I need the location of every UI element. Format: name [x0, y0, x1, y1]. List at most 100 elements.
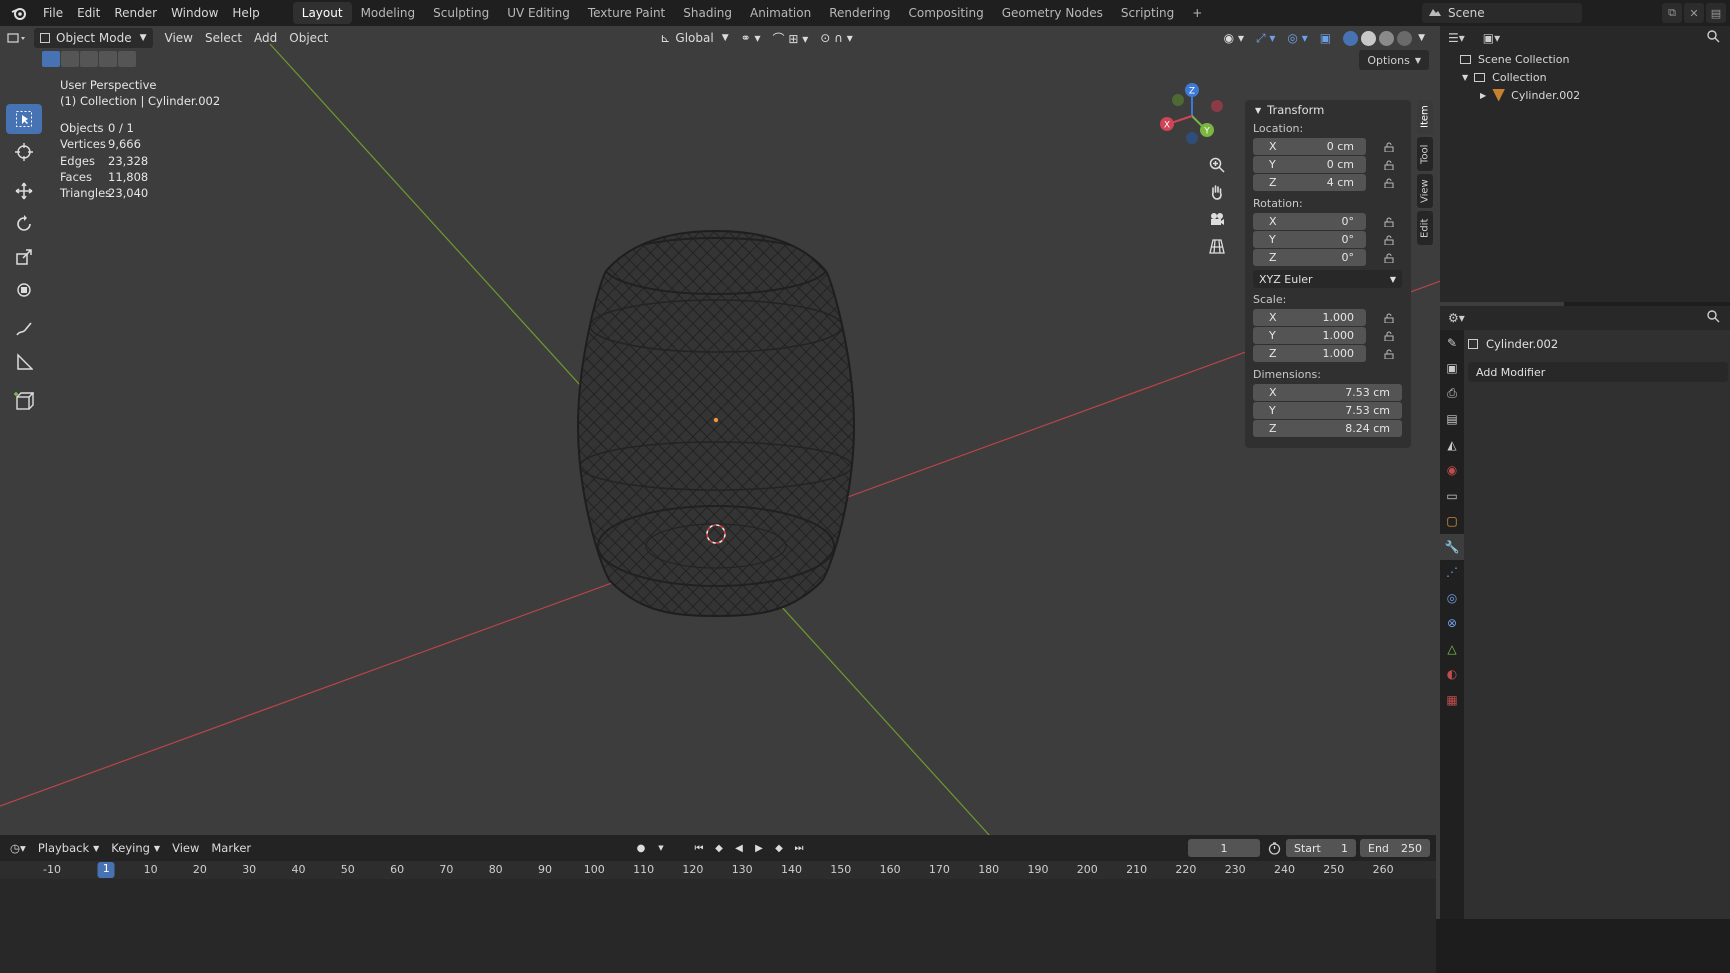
modifier-properties-icon[interactable]: 🔧 [1440, 534, 1464, 560]
texture-properties-icon[interactable]: ▦ [1440, 687, 1464, 713]
scale-z-field[interactable]: Z 1.000 [1253, 345, 1366, 362]
menu-window[interactable]: Window [164, 2, 225, 24]
location-y-field[interactable]: Y0 cm [1253, 156, 1366, 173]
options-dropdown[interactable]: Options ▼ [1359, 50, 1429, 70]
lock-icon[interactable] [1382, 329, 1396, 343]
constraints-properties-icon[interactable]: ⊗ [1440, 611, 1464, 637]
cursor-tool-icon[interactable] [6, 137, 42, 167]
rotation-y-field[interactable]: Y 0° [1253, 231, 1366, 248]
workspace-tab-modeling[interactable]: Modeling [352, 2, 425, 24]
physics-properties-icon[interactable]: ◎ [1440, 585, 1464, 611]
camera-icon[interactable] [1204, 206, 1230, 232]
lock-icon[interactable] [1382, 251, 1396, 265]
workspace-tab-scripting[interactable]: Scripting [1112, 2, 1183, 24]
workspace-tab-texture-paint[interactable]: Texture Paint [579, 2, 674, 24]
properties-editor-icon[interactable]: ⚙▾ [1448, 311, 1465, 325]
xray-toggle-icon[interactable]: ▣ [1314, 28, 1337, 48]
rotation-mode-select[interactable]: XYZ Euler ▼ [1253, 270, 1402, 288]
new-scene-icon[interactable]: ⧉ [1662, 3, 1682, 23]
lock-icon[interactable] [1382, 311, 1396, 325]
scene-selector[interactable]: Scene [1422, 3, 1582, 23]
chevron-right-icon[interactable]: ▶ [1480, 91, 1486, 100]
render-properties-icon[interactable]: ▣ [1440, 356, 1464, 382]
dimension-x-field[interactable]: X 7.53 cm [1253, 384, 1402, 401]
blender-logo-icon[interactable] [8, 2, 30, 24]
menu-render[interactable]: Render [107, 2, 164, 24]
start-frame-field[interactable]: Start 1 [1286, 839, 1356, 857]
annotate-tool-icon[interactable] [6, 314, 42, 344]
display-mode-icon[interactable]: ▣▾ [1483, 31, 1500, 45]
outliner-editor-icon[interactable]: ☰▾ [1448, 31, 1465, 45]
timeline-view-menu[interactable]: View [166, 841, 205, 855]
scene-properties-icon[interactable]: ◭ [1440, 432, 1464, 458]
jump-end-icon[interactable]: ⏭ [790, 839, 808, 857]
gizmo-toggle-icon[interactable]: ⤢ ▾ [1250, 28, 1281, 48]
select-invert-icon[interactable] [99, 51, 117, 67]
transform-tool-icon[interactable] [6, 275, 42, 305]
keying-menu[interactable]: Keying ▼ [105, 841, 166, 855]
delete-scene-icon[interactable]: ✕ [1684, 3, 1704, 23]
data-properties-icon[interactable]: △ [1440, 636, 1464, 662]
tab-item[interactable]: Item [1417, 100, 1433, 134]
workspace-tab-layout[interactable]: Layout [292, 2, 352, 24]
menu-select[interactable]: Select [199, 28, 248, 48]
pivot-point-icon[interactable]: ⚭ ▾ [735, 28, 767, 48]
add-modifier-button[interactable]: Add Modifier [1468, 362, 1728, 382]
menu-edit[interactable]: Edit [70, 2, 107, 24]
menu-object[interactable]: Object [283, 28, 334, 48]
auto-keying-icon[interactable]: ● [632, 839, 650, 857]
measure-tool-icon[interactable] [6, 347, 42, 377]
3d-viewport[interactable]: Z Y X Object Mode ▼ View Select Add Obje… [0, 26, 1564, 919]
location-x-field[interactable]: X0 cm [1253, 138, 1366, 155]
rotation-z-field[interactable]: Z 0° [1253, 249, 1366, 266]
select-extend-icon[interactable] [61, 51, 79, 67]
workspace-tab-animation[interactable]: Animation [741, 2, 820, 24]
lock-icon[interactable] [1382, 215, 1396, 229]
tab-view[interactable]: View [1417, 174, 1433, 208]
menu-help[interactable]: Help [225, 2, 266, 24]
end-frame-field[interactable]: End 250 [1360, 839, 1430, 857]
lock-icon[interactable] [1382, 233, 1396, 247]
material-shading-icon[interactable] [1379, 30, 1395, 46]
search-icon[interactable] [1707, 30, 1720, 46]
outliner-row-collection[interactable]: ▼ Collection [1440, 68, 1730, 86]
select-subtract-icon[interactable] [80, 51, 98, 67]
solid-shading-icon[interactable] [1361, 30, 1377, 46]
scale-tool-icon[interactable] [6, 242, 42, 272]
overlay-toggle-icon[interactable]: ◎ ▾ [1281, 28, 1313, 48]
move-tool-icon[interactable] [6, 176, 42, 206]
play-reverse-icon[interactable]: ◀ [730, 839, 748, 857]
play-icon[interactable]: ▶ [750, 839, 768, 857]
perspective-grid-icon[interactable] [1204, 233, 1230, 259]
lock-icon[interactable] [1382, 347, 1396, 361]
add-cube-tool-icon[interactable] [6, 386, 42, 416]
marker-menu[interactable]: Marker [205, 841, 257, 855]
menu-view[interactable]: View [159, 28, 199, 48]
outliner-row-cylinder[interactable]: ▶ Cylinder.002 [1440, 86, 1730, 104]
timeline-body[interactable] [0, 879, 1436, 973]
zoom-icon[interactable] [1204, 152, 1230, 178]
playback-menu[interactable]: Playback ▼ [32, 841, 105, 855]
workspace-tab-uv-editing[interactable]: UV Editing [498, 2, 579, 24]
object-properties-icon[interactable]: ▢ [1440, 509, 1464, 535]
transform-orientation-selector[interactable]: ⊾ Global ▼ [654, 28, 734, 48]
chevron-down-icon[interactable]: ▼ [652, 839, 670, 857]
tab-edit[interactable]: Edit [1417, 211, 1433, 245]
scale-x-field[interactable]: X 1.000 [1253, 309, 1366, 326]
workspace-tab-geometry-nodes[interactable]: Geometry Nodes [993, 2, 1112, 24]
current-frame-field[interactable]: 1 [1188, 839, 1260, 857]
snap-icon[interactable]: ⌒ ⊞ ▾ [767, 28, 815, 48]
rotate-tool-icon[interactable] [6, 209, 42, 239]
tab-tool[interactable]: Tool [1417, 137, 1433, 171]
stopwatch-icon[interactable] [1268, 842, 1281, 858]
material-properties-icon[interactable]: ◐ [1440, 662, 1464, 688]
proportional-editing-icon[interactable]: ⊙ ∩ ▾ [814, 28, 859, 48]
lock-icon[interactable] [1382, 176, 1396, 190]
prev-keyframe-icon[interactable]: ◆ [710, 839, 728, 857]
select-intersect-icon[interactable] [118, 51, 136, 67]
chevron-down-icon[interactable]: ▼ [1418, 33, 1425, 43]
particles-properties-icon[interactable]: ⋰ [1440, 560, 1464, 586]
timeline-editor-icon[interactable]: ◷▾ [4, 841, 32, 855]
lock-icon[interactable] [1382, 158, 1396, 172]
wireframe-shading-icon[interactable] [1343, 30, 1359, 46]
